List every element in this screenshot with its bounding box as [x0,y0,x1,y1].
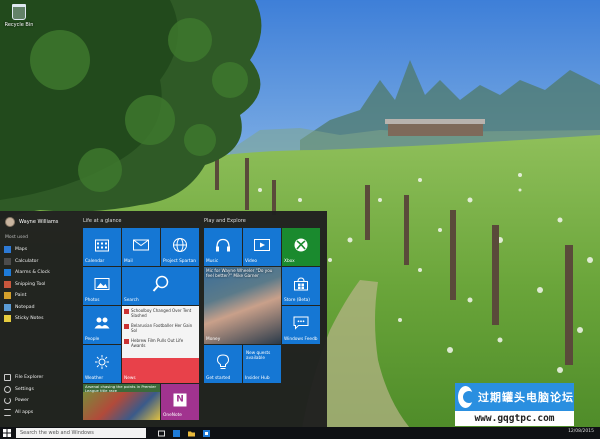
xbox-tile[interactable]: Xbox [282,228,320,266]
people-icon [94,317,110,329]
video-icon [254,238,270,251]
news-headline-2: Belarusian Footballer Her Gain Sol [131,323,193,333]
news-bullet-icon [124,324,129,329]
recycle-bin-icon[interactable]: Recycle Bin [4,4,34,28]
folder-icon [4,374,11,382]
avatar [5,217,15,227]
mail-tile[interactable]: Mail [122,228,160,266]
sticky-note-icon [4,315,11,323]
paint-palette-icon [4,292,11,300]
get-started-tile[interactable]: Get started [204,345,242,383]
edge-browser-icon[interactable] [173,429,180,437]
most-used-label: Most used [5,235,28,240]
sports-photo [83,392,160,420]
app-item-alarms[interactable]: Alarms & Clock [4,267,76,279]
mail-icon [133,239,149,251]
onenote-tile[interactable]: N OneNote [161,384,199,420]
settings-button[interactable]: Settings [4,384,76,396]
calculator-icon [4,257,11,265]
start-menu-left-column: Wayne Williams Most used Maps Calculator… [0,211,78,427]
app-item-maps[interactable]: Maps [4,244,76,256]
news-headlines-panel: Schoolboy Changed Over Tent Slashed Bela… [122,306,199,358]
task-view-icon[interactable] [158,430,165,437]
start-menu: Wayne Williams Most used Maps Calculator… [0,211,327,427]
file-explorer-icon[interactable] [188,430,195,437]
photos-tile[interactable]: Photos [83,267,121,305]
gear-icon [4,385,11,393]
watermark-logo-icon [458,386,475,408]
site-watermark: 过期罐头电脑论坛 www.gqgtpc.com [455,383,574,426]
app-item-sticky-notes[interactable]: Sticky Notes [4,313,76,325]
app-item-calculator[interactable]: Calculator [4,256,76,268]
headphones-icon [216,238,230,252]
music-tile[interactable]: Music [204,228,242,266]
search-tile[interactable]: Search [122,267,199,305]
news-tile[interactable]: Schoolboy Changed Over Tent Slashed Bela… [122,306,199,383]
globe-icon [173,237,187,252]
watermark-url-bar: www.gqgtpc.com [455,411,574,426]
money-headline: Mic for Wayne Wheeler "Do you feel bette… [206,268,273,278]
sun-icon [95,354,109,369]
power-icon [4,397,11,405]
people-tile[interactable]: People [83,306,121,344]
windows-feedback-tile[interactable]: Windows Feedb [282,306,320,344]
news-headline-1: Schoolboy Changed Over Tent Slashed [131,308,192,318]
user-name: Wayne Williams [19,219,59,225]
watermark-banner: 过期罐头电脑论坛 [455,383,574,411]
app-item-snipping-tool[interactable]: Snipping Tool [4,279,76,291]
taskbar-clock[interactable]: 12/08/2015 [568,429,594,434]
power-button[interactable]: Power [4,395,76,407]
group-play-and-explore[interactable]: Play and Explore [204,218,246,224]
store-bag-icon [294,277,308,291]
taskbar: Search the web and Windows 12/08/2015 [0,427,600,439]
store-icon[interactable] [203,429,210,437]
onenote-icon: N [173,393,187,407]
recycle-bin-label: Recycle Bin [4,22,34,28]
taskbar-search-box[interactable]: Search the web and Windows [16,428,146,438]
trash-icon [12,4,26,20]
insider-hub-message: New quests available [246,350,271,360]
notepad-icon [4,303,11,311]
system-list: File Explorer Settings Power All apps [4,372,76,418]
lightbulb-icon [217,354,229,369]
insider-hub-tile[interactable]: New quests available Insider Hub [243,345,281,383]
most-used-list: Maps Calculator Alarms & Clock Snipping … [4,244,76,325]
alarm-clock-icon [4,269,11,277]
list-icon [4,408,11,416]
group-life-at-a-glance[interactable]: Life at a glance [83,218,122,224]
store-tile[interactable]: Store (Beta) [282,267,320,305]
weather-tile[interactable]: Weather [83,345,121,383]
money-tile[interactable]: Mic for Wayne Wheeler "Do you feel bette… [204,267,281,344]
project-spartan-tile[interactable]: Project Spartan [161,228,199,266]
photo-icon [94,277,110,290]
search-icon [152,275,168,292]
news-headline-3: Hebrew Film Pulls Out Life Awards [131,338,184,348]
news-bullet-icon [124,309,129,314]
calendar-icon [95,239,109,252]
maps-icon [4,246,11,254]
photo-news-tile[interactable]: Arsenal chasing the points in Premier Le… [83,384,160,420]
all-apps-button[interactable]: All apps [4,407,76,419]
app-item-paint[interactable]: Paint [4,290,76,302]
feedback-icon [293,316,309,330]
search-placeholder: Search the web and Windows [20,430,94,436]
watermark-title: 过期罐头电脑论坛 [478,391,574,404]
user-account[interactable]: Wayne Williams [5,217,58,227]
watermark-url: www.gqgtpc.com [474,413,555,424]
app-item-notepad[interactable]: Notepad [4,302,76,314]
calendar-tile[interactable]: Calendar [83,228,121,266]
windows-logo-icon [3,429,11,437]
start-button[interactable] [0,427,14,439]
news-bullet-icon [124,339,129,344]
xbox-icon [294,238,308,252]
photo-caption: Arsenal chasing the points in Premier Le… [85,384,157,394]
file-explorer-button[interactable]: File Explorer [4,372,76,384]
scissors-icon [4,280,11,288]
video-tile[interactable]: Video [243,228,281,266]
